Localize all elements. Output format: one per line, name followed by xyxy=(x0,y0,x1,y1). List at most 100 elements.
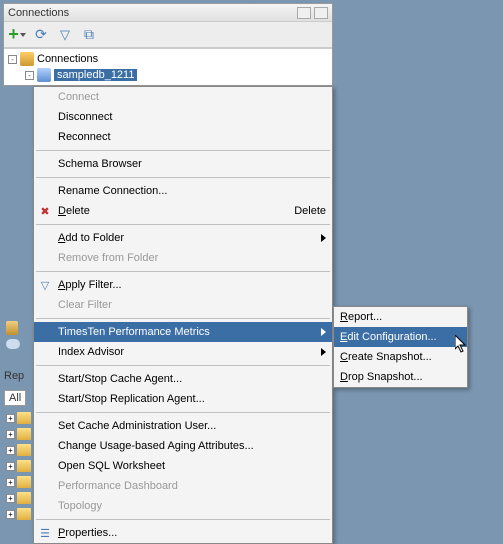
menu-item-label: Open SQL Worksheet xyxy=(58,460,326,472)
folder-icon xyxy=(17,476,31,488)
menu-separator xyxy=(36,365,330,366)
menu-separator xyxy=(36,177,330,178)
timesten-icon xyxy=(37,68,51,82)
submenu-arrow-icon xyxy=(321,348,326,356)
menu-item-label: Start/Stop Replication Agent... xyxy=(58,393,326,405)
menu-item-label: Clear Filter xyxy=(58,299,326,311)
menu-item-apply-filter[interactable]: ▽Apply Filter... xyxy=(34,275,332,295)
submenu-item-create-snapshot[interactable]: Create Snapshot... xyxy=(334,347,467,367)
menu-item-reconnect[interactable]: Reconnect xyxy=(34,127,332,147)
tree-selected-row[interactable]: - sampledb_1211 xyxy=(8,67,328,83)
expand-icon[interactable]: + xyxy=(6,414,15,423)
menu-separator xyxy=(36,318,330,319)
folder-icon xyxy=(17,428,31,440)
expand-icon[interactable]: + xyxy=(6,494,15,503)
menu-item-label: Set Cache Administration User... xyxy=(58,420,326,432)
blank-icon xyxy=(36,183,54,199)
submenu-item-label: Report... xyxy=(340,311,382,323)
menu-item-label: TimesTen Performance Metrics xyxy=(58,326,326,338)
menu-separator xyxy=(36,150,330,151)
tree-row[interactable]: + xyxy=(6,490,31,506)
expand-icon[interactable]: + xyxy=(6,510,15,519)
new-connection-button[interactable]: + xyxy=(8,26,26,44)
menu-item-label: Start/Stop Cache Agent... xyxy=(58,373,326,385)
tree-row[interactable]: + xyxy=(6,426,31,442)
blank-icon xyxy=(36,458,54,474)
performance-metrics-submenu: Report... Edit Configuration... Create Sna… xyxy=(333,306,468,388)
menu-item-label: Change Usage-based Aging Attributes... xyxy=(58,440,326,452)
menu-item-properties[interactable]: ☰Properties... xyxy=(34,523,332,543)
blank-icon xyxy=(36,438,54,454)
connections-panel: Connections + ⟳ ▽ ⧉ - Connections - samp… xyxy=(3,3,333,86)
tree-root-label: Connections xyxy=(37,53,98,65)
menu-item-set-cache-administration-user[interactable]: Set Cache Administration User... xyxy=(34,416,332,436)
menu-item-start-stop-replication-agent[interactable]: Start/Stop Replication Agent... xyxy=(34,389,332,409)
expand-icon[interactable]: + xyxy=(6,478,15,487)
menu-item-add-to-folder[interactable]: Add to Folder xyxy=(34,228,332,248)
menu-item-label: Apply Filter... xyxy=(58,279,326,291)
connections-icon xyxy=(20,52,34,66)
tree-row[interactable]: + xyxy=(6,458,31,474)
filter-button[interactable]: ▽ xyxy=(56,26,74,44)
blank-icon xyxy=(36,344,54,360)
tree-row[interactable]: + xyxy=(6,474,31,490)
menu-separator xyxy=(36,412,330,413)
tree-row[interactable]: + xyxy=(6,506,31,522)
blank-icon xyxy=(36,371,54,387)
menu-item-label: Add to Folder xyxy=(58,232,326,244)
menu-item-change-usage-based-aging-attributes[interactable]: Change Usage-based Aging Attributes... xyxy=(34,436,332,456)
folder-icon xyxy=(17,460,31,472)
dropdown-icon xyxy=(20,33,26,37)
expand-icon[interactable]: + xyxy=(6,446,15,455)
menu-separator xyxy=(36,519,330,520)
menu-item-schema-browser[interactable]: Schema Browser xyxy=(34,154,332,174)
collapse-icon[interactable]: - xyxy=(25,71,34,80)
reports-tree: + + + + + + + xyxy=(6,410,31,522)
submenu-item-edit-configuration[interactable]: Edit Configuration... xyxy=(334,327,467,347)
expand-icon[interactable]: + xyxy=(6,462,15,471)
menu-item-start-stop-cache-agent[interactable]: Start/Stop Cache Agent... xyxy=(34,369,332,389)
maximize-button[interactable] xyxy=(314,7,328,19)
submenu-item-label: Edit Configuration... xyxy=(340,331,437,343)
blank-icon xyxy=(36,109,54,125)
menu-item-label: Properties... xyxy=(58,527,326,539)
folder-icon xyxy=(17,444,31,456)
blank-icon xyxy=(36,391,54,407)
tree-row[interactable]: + xyxy=(6,410,31,426)
tree-row[interactable]: + xyxy=(6,442,31,458)
connections-tree[interactable]: - Connections - sampledb_1211 xyxy=(4,48,332,85)
delete-icon: ✖ xyxy=(36,203,54,219)
menu-separator xyxy=(36,224,330,225)
tree-selected-label: sampledb_1211 xyxy=(54,69,137,81)
expand-icon[interactable]: + xyxy=(6,430,15,439)
refresh-button[interactable]: ⟳ xyxy=(32,26,50,44)
submenu-item-report[interactable]: Report... xyxy=(334,307,467,327)
menu-item-delete[interactable]: ✖DeleteDelete xyxy=(34,201,332,221)
menu-item-disconnect[interactable]: Disconnect xyxy=(34,107,332,127)
blank-icon xyxy=(36,498,54,514)
menu-item-open-sql-worksheet[interactable]: Open SQL Worksheet xyxy=(34,456,332,476)
menu-item-timesten-performance-metrics[interactable]: TimesTen Performance Metrics xyxy=(34,322,332,342)
menu-item-label: Index Advisor xyxy=(58,346,326,358)
context-menu: ConnectDisconnectReconnectSchema Browser… xyxy=(33,86,333,544)
toggle-button[interactable]: ⧉ xyxy=(80,26,98,44)
minimize-button[interactable] xyxy=(297,7,311,19)
menu-item-label: Topology xyxy=(58,500,326,512)
collapse-icon[interactable]: - xyxy=(8,55,17,64)
menu-item-index-advisor[interactable]: Index Advisor xyxy=(34,342,332,362)
blank-icon xyxy=(36,250,54,266)
menu-item-label: Performance Dashboard xyxy=(58,480,326,492)
menu-separator xyxy=(36,271,330,272)
tree-root-row[interactable]: - Connections xyxy=(8,51,328,67)
blank-icon xyxy=(36,89,54,105)
menu-item-rename-connection[interactable]: Rename Connection... xyxy=(34,181,332,201)
menu-item-shortcut: Delete xyxy=(294,205,326,217)
menu-item-label: Rename Connection... xyxy=(58,185,326,197)
menu-item-clear-filter: Clear Filter xyxy=(34,295,332,315)
cloud-icon xyxy=(6,339,20,349)
reports-tab[interactable]: All xyxy=(4,390,26,406)
submenu-arrow-icon xyxy=(321,328,326,336)
blank-icon xyxy=(36,230,54,246)
submenu-item-label: Create Snapshot... xyxy=(340,351,432,363)
submenu-item-drop-snapshot[interactable]: Drop Snapshot... xyxy=(334,367,467,387)
